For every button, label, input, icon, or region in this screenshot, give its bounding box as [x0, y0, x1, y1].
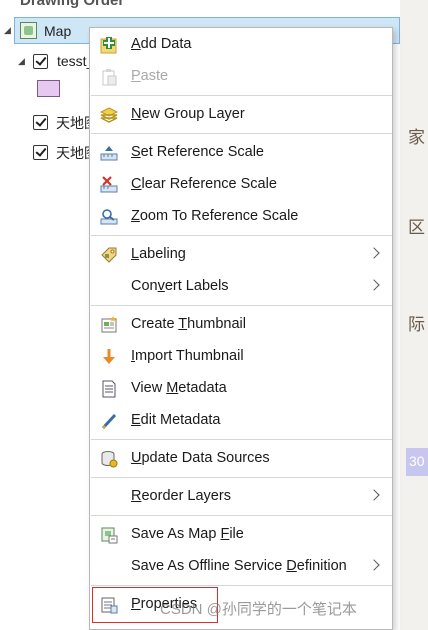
menu-separator — [91, 439, 392, 440]
menu-separator — [91, 477, 392, 478]
menu-item-label: Reorder Layers — [131, 488, 231, 504]
menu-item-label: Save As Map File — [131, 526, 244, 542]
set-scale-icon — [100, 146, 118, 161]
menu-item-reorder-layers[interactable]: Reorder Layers — [90, 481, 392, 513]
menu-item-label: Update Data Sources — [131, 450, 270, 466]
map-badge-text: 30 — [409, 453, 425, 469]
menu-item-label: Save As Offline Service Definition — [131, 558, 347, 574]
paste-icon — [102, 69, 117, 86]
map-label: Map — [44, 23, 72, 39]
layer-checkbox[interactable] — [33, 145, 48, 160]
menu-item-new-group-layer[interactable]: New Group Layer — [90, 99, 392, 131]
menu-item-import-thumbnail[interactable]: Import Thumbnail — [90, 341, 392, 373]
menu-item-paste[interactable]: Paste — [90, 61, 392, 93]
menu-item-label: Set Reference Scale — [131, 144, 264, 160]
map-label-text: 际 — [408, 315, 425, 334]
map-label-text: 家 — [408, 128, 425, 147]
expand-arrow-icon[interactable]: ◢ — [4, 25, 11, 36]
menu-item-view-metadata[interactable]: View Metadata — [90, 373, 392, 405]
menu-item-label: Zoom To Reference Scale — [131, 208, 299, 224]
chevron-right-icon — [368, 489, 380, 501]
menu-item-edit-metadata[interactable]: Edit Metadata — [90, 405, 392, 437]
menu-separator — [91, 235, 392, 236]
menu-separator — [91, 305, 392, 306]
create-thumbnail-icon — [101, 316, 117, 333]
menu-separator — [91, 515, 392, 516]
watermark: CSDN @孙同学的一个笔记本 — [160, 601, 357, 618]
menu-item-clear-reference-scale[interactable]: Clear Reference Scale — [90, 169, 392, 201]
menu-separator — [91, 133, 392, 134]
menu-item-set-reference-scale[interactable]: Set Reference Scale — [90, 137, 392, 169]
labeling-icon — [101, 247, 117, 263]
layer-checkbox[interactable] — [33, 54, 48, 69]
view-metadata-icon — [102, 380, 116, 398]
import-thumbnail-icon — [103, 349, 115, 364]
map-icon — [20, 22, 37, 39]
menu-item-create-thumbnail[interactable]: Create Thumbnail — [90, 309, 392, 341]
clear-scale-icon — [100, 176, 118, 193]
layer-checkbox[interactable] — [33, 115, 48, 130]
menu-item-convert-labels[interactable]: Convert Labels — [90, 271, 392, 303]
menu-item-label: Clear Reference Scale — [131, 176, 277, 192]
menu-item-label: New Group Layer — [131, 106, 245, 122]
menu-item-save-as-map-file[interactable]: Save As Map File — [90, 519, 392, 551]
menu-item-label: Create Thumbnail — [131, 316, 246, 332]
chevron-right-icon — [368, 559, 380, 571]
map-label-text: 区 — [408, 218, 425, 237]
chevron-right-icon — [368, 247, 380, 259]
menu-separator — [91, 95, 392, 96]
pane-title: Drawing Order — [20, 0, 125, 9]
chevron-right-icon — [368, 279, 380, 291]
edit-metadata-icon — [101, 413, 117, 430]
menu-item-label: Add Data — [131, 36, 192, 52]
layer-symbol-swatch — [37, 80, 60, 97]
menu-item-update-data-sources[interactable]: Update Data Sources — [90, 443, 392, 475]
map-badge: 30 — [406, 448, 428, 476]
menu-item-add-data[interactable]: Add Data — [90, 29, 392, 61]
expand-arrow-icon[interactable]: ◢ — [18, 56, 25, 67]
save-map-file-icon — [101, 527, 118, 544]
menu-item-label: Paste — [131, 68, 169, 84]
zoom-scale-icon — [100, 209, 118, 225]
add-data-icon — [100, 37, 117, 54]
menu-item-label: Import Thumbnail — [131, 348, 244, 364]
menu-item-label: Convert Labels — [131, 278, 229, 294]
menu-item-label: Labeling — [131, 246, 186, 262]
group-layer-icon — [100, 107, 118, 123]
menu-item-zoom-to-reference-scale[interactable]: Zoom To Reference Scale — [90, 201, 392, 233]
map-view-edge[interactable]: 家 区 际 30 — [400, 0, 428, 630]
menu-item-label: Edit Metadata — [131, 412, 221, 428]
menu-item-labeling[interactable]: Labeling — [90, 239, 392, 271]
context-menu: Add Data Paste New Group Layer Set Refer… — [89, 27, 393, 630]
menu-separator — [91, 585, 392, 586]
menu-item-label: View Metadata — [131, 380, 227, 396]
update-data-sources-icon — [101, 451, 118, 468]
menu-item-save-as-offline-service-definition[interactable]: Save As Offline Service Definition — [90, 551, 392, 583]
